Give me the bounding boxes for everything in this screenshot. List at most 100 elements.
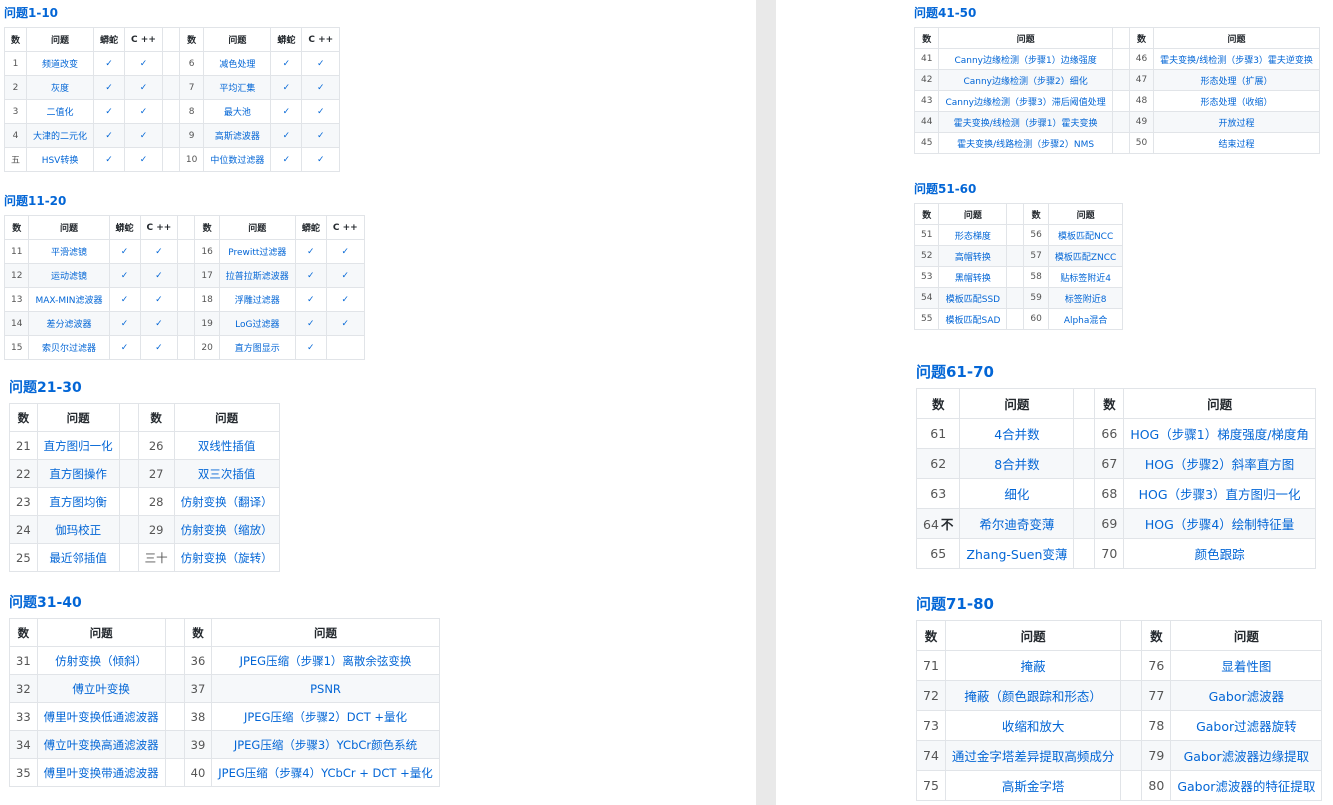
problem-link[interactable]: 显着性图	[1170, 650, 1323, 681]
problem-link[interactable]: HOG（步骤3）直方图归一化	[1123, 478, 1316, 509]
problem-number-text: 65	[930, 546, 947, 561]
problem-link[interactable]: 贴标签附近4	[1047, 266, 1124, 288]
cpp-check-icon: ✓	[301, 99, 341, 124]
problem-link[interactable]: Canny边缘检测（步骤3）滞后阈值处理	[938, 90, 1113, 112]
problem-number: 14	[3, 311, 30, 336]
problem-link[interactable]: 开放过程	[1153, 111, 1320, 133]
problem-link[interactable]: 高斯滤波器	[203, 123, 272, 148]
header-problem: 问题	[938, 27, 1113, 49]
problem-link[interactable]: Gabor过滤器旋转	[1170, 710, 1323, 741]
problem-link[interactable]: 索贝尔过滤器	[28, 335, 110, 360]
problem-number: 26	[137, 431, 175, 460]
problem-link[interactable]: 黑帽转换	[938, 266, 1008, 288]
header-number: 数	[183, 618, 213, 647]
problem-link[interactable]: 直方图显示	[218, 335, 296, 360]
problem-number: 五	[3, 147, 28, 172]
problem-link[interactable]: Canny边缘检测（步骤2）细化	[938, 69, 1113, 91]
problem-link[interactable]: 浮雕过滤器	[218, 287, 296, 312]
problem-link[interactable]: Gabor滤波器的特征提取	[1170, 770, 1323, 801]
problem-link[interactable]: Prewitt过滤器	[218, 239, 296, 264]
column-gap	[1111, 69, 1130, 91]
problem-link[interactable]: 最大池	[203, 99, 272, 124]
problem-link[interactable]: 霍夫变换/线检测（步骤1）霍夫变换	[938, 111, 1113, 133]
problem-link[interactable]: 仿射变换（缩放）	[173, 515, 280, 544]
problem-link[interactable]: 掩蔽	[944, 650, 1122, 681]
problem-link[interactable]: 通过金字塔差异提取高频成分	[944, 740, 1122, 771]
problem-link[interactable]: 平均汇集	[203, 75, 272, 100]
problem-link[interactable]: 模板匹配ZNCC	[1047, 245, 1124, 267]
problem-link[interactable]: HOG（步骤1）梯度强度/梯度角	[1123, 418, 1316, 449]
problem-link[interactable]: 双三次插值	[173, 459, 280, 488]
problem-link[interactable]: JPEG压缩（步骤4）YCbCr + DCT +量化	[211, 758, 440, 787]
problem-link[interactable]: 颜色跟踪	[1123, 538, 1316, 569]
problem-link[interactable]: 形态处理（收缩）	[1153, 90, 1320, 112]
problem-link[interactable]: 高帽转换	[938, 245, 1008, 267]
problem-link[interactable]: LoG过滤器	[218, 311, 296, 336]
problem-link[interactable]: 运动滤镜	[28, 263, 110, 288]
problem-link[interactable]: 平滑滤镜	[28, 239, 110, 264]
problem-link[interactable]: HOG（步骤2）斜率直方图	[1123, 448, 1316, 479]
problem-link[interactable]: 收缩和放大	[944, 710, 1122, 741]
problem-link[interactable]: 直方图归一化	[36, 431, 120, 460]
problem-number: 4	[3, 123, 28, 148]
problem-link[interactable]: 形态梯度	[938, 224, 1008, 246]
problem-link[interactable]: 差分滤波器	[28, 311, 110, 336]
problem-link[interactable]: 傅立叶变换	[36, 674, 166, 703]
problem-number-text: 3	[12, 106, 19, 117]
problem-link[interactable]: JPEG压缩（步骤1）离散余弦变换	[211, 646, 440, 675]
problem-number-text: 7	[188, 82, 195, 93]
problem-link[interactable]: 仿射变换（旋转）	[173, 543, 280, 572]
problem-link[interactable]: 霍夫变换/线检测（步骤3）霍夫逆变换	[1153, 48, 1320, 70]
problem-link[interactable]: Gabor滤波器	[1170, 680, 1323, 711]
problem-link[interactable]: Zhang-Suen变薄	[959, 538, 1075, 569]
problem-link[interactable]: JPEG压缩（步骤2）DCT +量化	[211, 702, 440, 731]
python-check-icon: ✓	[93, 75, 126, 100]
problem-link[interactable]: 高斯金字塔	[944, 770, 1122, 801]
problem-number-text: 4	[12, 130, 19, 141]
problem-link[interactable]: 仿射变换（倾斜）	[36, 646, 166, 675]
problem-link[interactable]: 大津的二元化	[26, 123, 95, 148]
problem-link[interactable]: Alpha混合	[1047, 308, 1124, 330]
problem-link[interactable]: 模板匹配NCC	[1047, 224, 1124, 246]
problem-link[interactable]: 8合并数	[959, 448, 1075, 479]
problem-link[interactable]: Gabor滤波器边缘提取	[1170, 740, 1323, 771]
problem-link[interactable]: 标签附近8	[1047, 287, 1124, 309]
problem-link[interactable]: PSNR	[211, 674, 440, 703]
problem-link[interactable]: 拉普拉斯滤波器	[218, 263, 296, 288]
problem-link[interactable]: 傅立叶变换高通滤波器	[36, 730, 166, 759]
problem-link[interactable]: 伽玛校正	[36, 515, 120, 544]
problem-link[interactable]: 灰度	[26, 75, 95, 100]
problem-link[interactable]: 模板匹配SSD	[938, 287, 1008, 309]
problem-link[interactable]: JPEG压缩（步骤3）YCbCr颜色系统	[211, 730, 440, 759]
problem-link[interactable]: 霍夫变换/线路检测（步骤2）NMS	[938, 132, 1113, 154]
problem-link[interactable]: 最近邻插值	[36, 543, 120, 572]
problem-link[interactable]: 细化	[959, 478, 1075, 509]
column-gap	[1006, 308, 1025, 330]
problem-link[interactable]: 傅里叶变换低通滤波器	[36, 702, 166, 731]
problem-link[interactable]: 形态处理（扩展）	[1153, 69, 1320, 91]
problem-link[interactable]: 4合并数	[959, 418, 1075, 449]
problem-link[interactable]: 掩蔽（颜色跟踪和形态）	[944, 680, 1122, 711]
problem-link[interactable]: 模板匹配SAD	[938, 308, 1008, 330]
problem-link[interactable]: 中位数过滤器	[203, 147, 272, 172]
header-number: 数	[194, 215, 220, 240]
problem-link[interactable]: Canny边缘检测（步骤1）边缘强度	[938, 48, 1113, 70]
problem-number: 11	[3, 239, 30, 264]
problem-link[interactable]: 结束过程	[1153, 132, 1320, 154]
problem-link[interactable]: 傅里叶变换带通滤波器	[36, 758, 166, 787]
problem-link[interactable]: 减色处理	[203, 51, 272, 76]
problem-link[interactable]: HOG（步骤4）绘制特征量	[1123, 508, 1316, 539]
problem-link[interactable]: 仿射变换（翻译）	[173, 487, 280, 516]
table-row: 23 直方图均衡 28 仿射变换（翻译）	[9, 487, 280, 516]
problem-number: 78	[1141, 710, 1172, 741]
problem-link[interactable]: 双线性插值	[173, 431, 280, 460]
problem-number-text: 75	[923, 778, 939, 793]
column-gap	[161, 123, 180, 148]
problem-link[interactable]: MAX-MIN滤波器	[28, 287, 110, 312]
problem-link[interactable]: HSV转换	[26, 147, 95, 172]
problem-link[interactable]: 希尔迪奇变薄	[959, 508, 1075, 539]
problem-link[interactable]: 二值化	[26, 99, 95, 124]
problem-link[interactable]: 直方图操作	[36, 459, 120, 488]
problem-link[interactable]: 直方图均衡	[36, 487, 120, 516]
problem-link[interactable]: 频道改变	[26, 51, 95, 76]
